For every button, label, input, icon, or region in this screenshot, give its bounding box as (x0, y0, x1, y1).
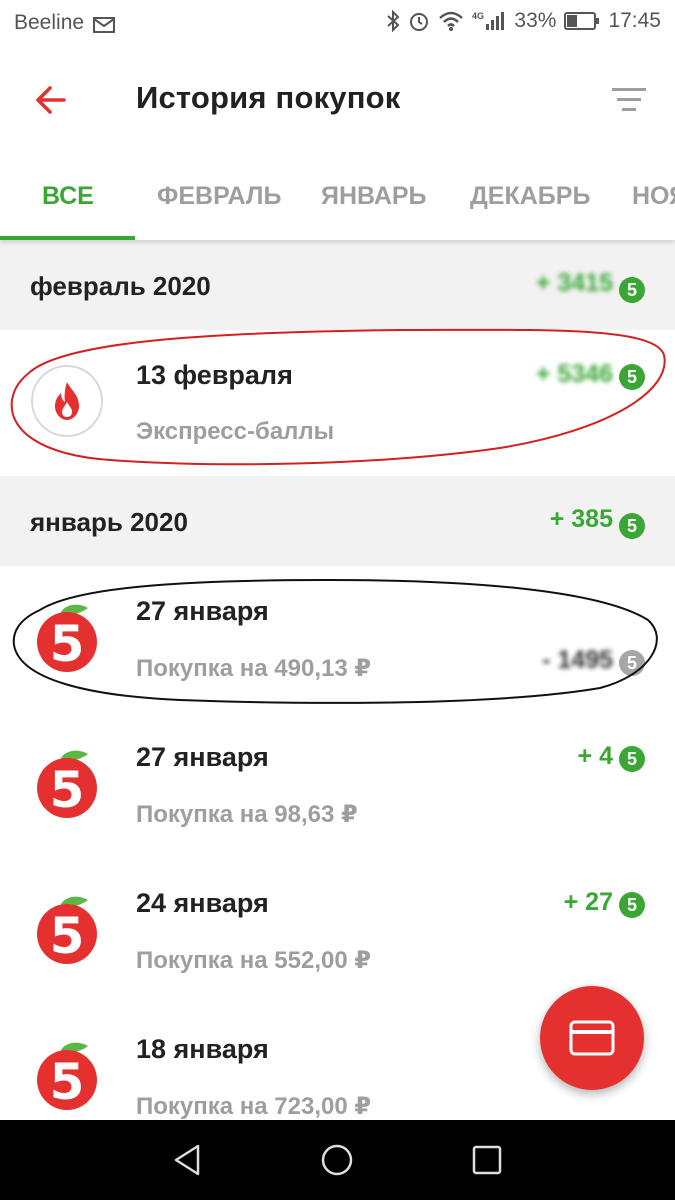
row-description: Покупка на 552,00 ₽ (136, 947, 372, 974)
pyaterochka-logo-icon: 5 (37, 896, 97, 965)
row-description: Покупка на 490,13 ₽ (136, 655, 372, 682)
tab-february[interactable]: ФЕВРАЛЬ (157, 152, 281, 240)
list-item[interactable]: 5 27 января Покупка на 490,13 ₽ - 1495 5 (0, 566, 675, 712)
month-header-january: январь 2020 + 385 5 (0, 476, 675, 566)
points-coin-icon: 5 (619, 650, 645, 676)
bluetooth-icon (387, 10, 400, 32)
month-total: + 385 (549, 505, 613, 533)
row-amount: + 4 (577, 742, 613, 770)
row-description: Покупка на 723,00 ₽ (136, 1093, 372, 1120)
list-item[interactable]: 5 27 января Покупка на 98,63 ₽ + 4 5 (0, 712, 675, 858)
status-icons: 4G 33% 17:45 (386, 9, 661, 33)
row-date: 27 января (136, 596, 269, 626)
battery-icon (564, 12, 600, 30)
list-item[interactable]: 5 24 января Покупка на 552,00 ₽ + 27 5 (0, 858, 675, 1004)
points-coin-icon: 5 (619, 892, 645, 918)
row-date: 24 января (136, 888, 269, 918)
system-nav-bar (0, 1120, 675, 1200)
carrier-name: Beeline (14, 11, 85, 34)
page-title: История покупок (136, 80, 401, 115)
pyaterochka-logo-icon: 5 (37, 750, 97, 819)
points-coin-icon: 5 (619, 364, 645, 390)
row-description: Экспресс-баллы (136, 418, 335, 445)
list-item[interactable]: 13 февраля Экспресс-баллы + 5346 5 (0, 330, 675, 476)
points-coin-icon: 5 (619, 513, 645, 539)
wifi-icon (439, 11, 464, 31)
svg-text:5: 5 (50, 615, 85, 673)
row-amount: + 5346 (535, 360, 613, 388)
card-icon (569, 1020, 615, 1056)
envelope-icon (93, 17, 115, 33)
tab-november[interactable]: НОЯ (632, 152, 675, 240)
app-bar: История покупок (0, 48, 675, 152)
month-header-february: февраль 2020 + 3415 5 (0, 240, 675, 330)
row-amount: - 1495 (542, 646, 613, 674)
row-date: 13 февраля (136, 360, 293, 390)
svg-text:5: 5 (50, 1053, 85, 1111)
tab-december[interactable]: ДЕКАБРЬ (470, 152, 590, 240)
status-bar: Beeline 4G 33% 17:45 (0, 0, 675, 48)
tab-all[interactable]: ВСЕ (42, 152, 94, 240)
flame-icon (31, 365, 103, 437)
month-tabs: ВСЕ ФЕВРАЛЬ ЯНВАРЬ ДЕКАБРЬ НОЯ (0, 152, 675, 240)
pyaterochka-logo-icon: 5 (37, 1042, 97, 1111)
month-label: январь 2020 (30, 507, 188, 537)
card-fab-button[interactable] (540, 986, 644, 1090)
points-coin-icon: 5 (619, 277, 645, 303)
row-date: 18 января (136, 1034, 269, 1064)
row-date: 27 января (136, 742, 269, 772)
filter-icon[interactable] (607, 78, 651, 122)
month-total: + 3415 (535, 269, 613, 297)
arrow-left-icon[interactable] (30, 78, 74, 122)
svg-text:5: 5 (50, 907, 85, 965)
row-description: Покупка на 98,63 ₽ (136, 801, 358, 828)
clock-time: 17:45 (608, 9, 661, 32)
active-tab-indicator (0, 236, 135, 240)
svg-text:4G: 4G (472, 11, 484, 21)
month-label: февраль 2020 (30, 271, 211, 301)
alarm-icon (410, 13, 429, 31)
tab-january[interactable]: ЯНВАРЬ (321, 152, 427, 240)
pyaterochka-logo-icon: 5 (37, 604, 97, 673)
svg-text:5: 5 (50, 761, 85, 819)
4g-signal-icon: 4G (472, 11, 505, 30)
row-amount: + 27 (563, 888, 613, 916)
battery-percent: 33% (514, 9, 557, 32)
back-triangle-icon[interactable] (168, 1140, 208, 1180)
recents-square-icon[interactable] (467, 1140, 507, 1180)
points-coin-icon: 5 (619, 746, 645, 772)
home-circle-icon[interactable] (317, 1140, 357, 1180)
